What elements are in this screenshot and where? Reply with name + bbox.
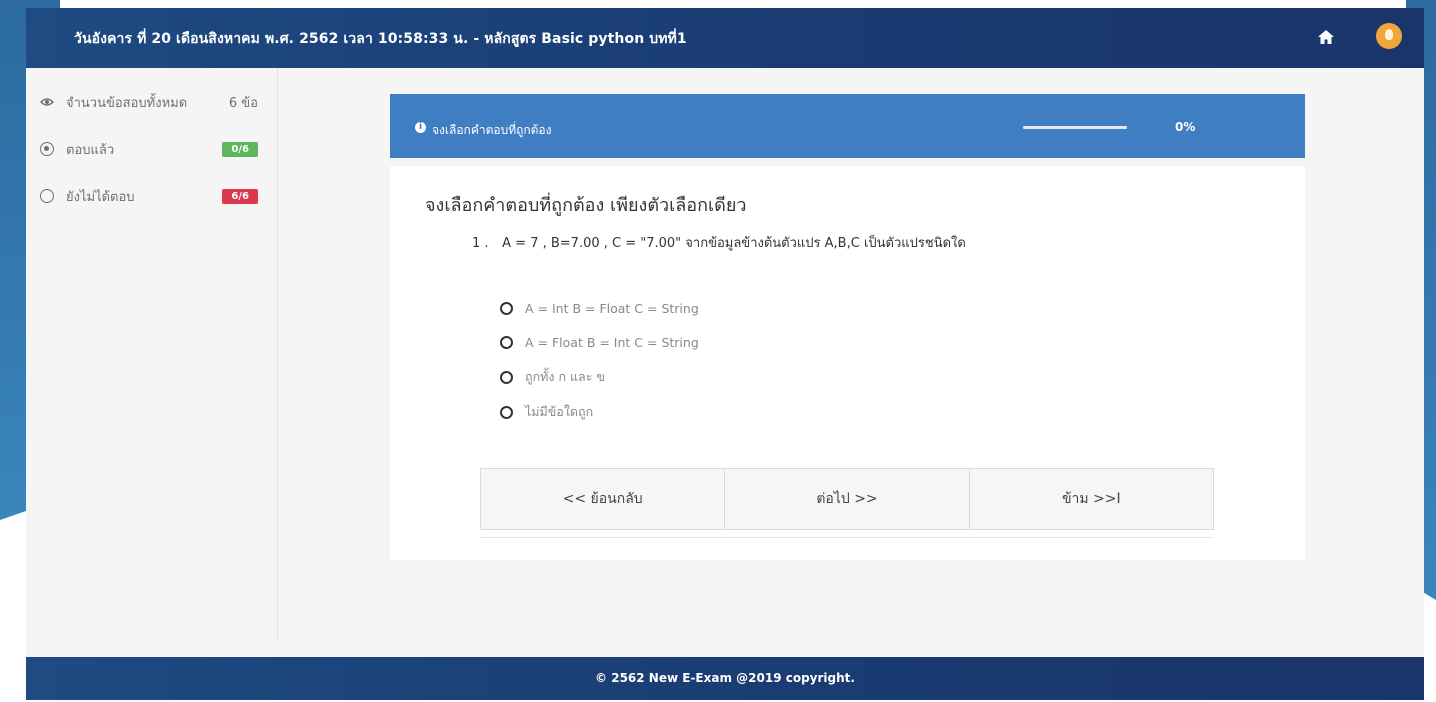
answer-option-2[interactable]: A = Float B = Int C = String <box>500 332 699 352</box>
skip-button[interactable]: ข้าม >>I <box>969 469 1213 529</box>
radio-empty-icon[interactable] <box>500 370 513 384</box>
radio-empty-icon <box>40 189 54 203</box>
header-title: วันอังคาร ที่ 20 เดือนสิงหาคม พ.ศ. 2562 … <box>74 31 687 47</box>
question-number: 1 . <box>472 236 489 251</box>
header-bar: วันอังคาร ที่ 20 เดือนสิงหาคม พ.ศ. 2562 … <box>26 8 1424 68</box>
answer-option-4[interactable]: ไม่มีข้อใดถูก <box>500 402 593 422</box>
eye-icon <box>40 98 54 106</box>
option-label: A = Int B = Float C = String <box>525 300 699 316</box>
progress-bar <box>1023 126 1127 129</box>
footer: © 2562 New E-Exam @2019 copyright. <box>26 657 1424 700</box>
question-line: 1 . A = 7 , B=7.00 , C = "7.00" จากข้อมู… <box>472 232 966 253</box>
option-label: A = Float B = Int C = String <box>525 334 699 350</box>
total-question-count: 6 ข้อ <box>228 95 258 111</box>
radio-empty-icon[interactable] <box>500 335 513 349</box>
radio-empty-icon[interactable] <box>500 301 513 315</box>
question-text: A = 7 , B=7.00 , C = "7.00" จากข้อมูลข้า… <box>502 236 966 251</box>
option-label: ถูกทั้ง ก และ ข <box>525 369 605 384</box>
sidebar-item-answered: ตอบแล้ว 0/6 <box>40 139 270 159</box>
home-icon[interactable] <box>1317 28 1335 46</box>
answer-option-3[interactable]: ถูกทั้ง ก และ ข <box>500 367 605 387</box>
sidebar-item-total: จำนวนข้อสอบทั้งหมด 6 ข้อ <box>40 92 270 112</box>
info-icon: i <box>415 122 426 133</box>
exam-app: วันอังคาร ที่ 20 เดือนสิงหาคม พ.ศ. 2562 … <box>26 8 1424 700</box>
answered-badge: 0/6 <box>222 141 258 157</box>
radio-empty-icon[interactable] <box>500 405 513 419</box>
sidebar-item-label: ตอบแล้ว <box>66 142 115 158</box>
sidebar: จำนวนข้อสอบทั้งหมด 6 ข้อ ตอบแล้ว 0/6 ยัง… <box>26 68 278 640</box>
progress-percent: 0% <box>1175 120 1196 134</box>
next-button[interactable]: ต่อไป >> <box>725 469 970 529</box>
lightbulb-icon[interactable] <box>1376 23 1402 49</box>
question-title: จงเลือกคำตอบที่ถูกต้อง เพียงตัวเลือกเดีย… <box>425 195 747 216</box>
panel-header-label: จงเลือกคำตอบที่ถูกต้อง <box>432 123 552 137</box>
divider <box>480 537 1214 538</box>
sidebar-item-unanswered: ยังไม่ได้ตอบ 6/6 <box>40 186 270 206</box>
sidebar-item-label: ยังไม่ได้ตอบ <box>66 189 135 205</box>
option-label: ไม่มีข้อใดถูก <box>525 404 594 419</box>
unanswered-badge: 6/6 <box>222 188 258 204</box>
progress-bar-fill <box>1023 126 1127 129</box>
sidebar-item-label: จำนวนข้อสอบทั้งหมด <box>66 95 188 111</box>
radio-checked-icon <box>40 142 54 156</box>
question-panel-header: i จงเลือกคำตอบที่ถูกต้อง 0% <box>390 94 1305 158</box>
back-button[interactable]: << ย้อนกลับ <box>481 469 726 529</box>
question-panel-body: จงเลือกคำตอบที่ถูกต้อง เพียงตัวเลือกเดีย… <box>390 166 1305 560</box>
navigation-buttons: << ย้อนกลับ ต่อไป >> ข้าม >>I <box>480 468 1214 530</box>
answer-option-1[interactable]: A = Int B = Float C = String <box>500 298 699 318</box>
